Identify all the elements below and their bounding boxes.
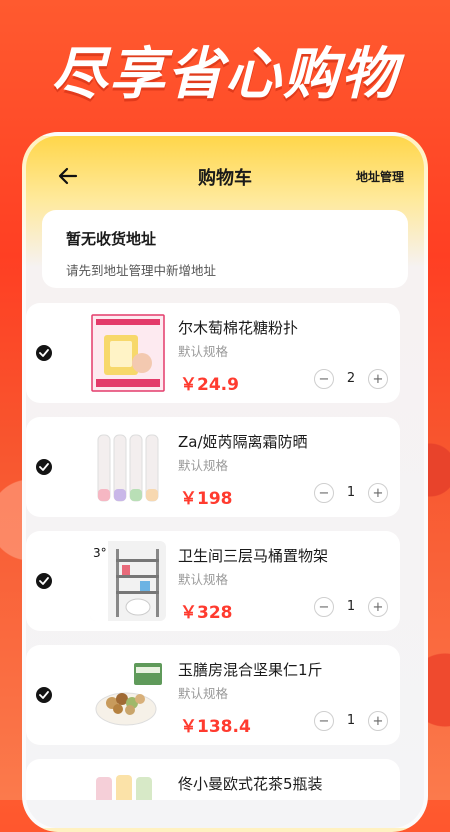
decrease-button[interactable]: − <box>314 369 334 389</box>
product-name[interactable]: 玉膳房混合坚果仁1斤 <box>178 659 323 680</box>
cart-item[interactable]: 佟小曼欧式花茶5瓶装 <box>26 759 400 800</box>
quantity-value: 1 <box>346 599 356 614</box>
product-spec: 默认规格 <box>178 458 229 473</box>
check-circle-icon[interactable] <box>36 345 52 361</box>
check-circle-icon[interactable] <box>36 573 52 589</box>
increase-button[interactable]: + <box>368 711 388 731</box>
product-image-shelf: 3° <box>90 541 166 621</box>
quantity-value: 1 <box>346 713 356 728</box>
quantity-stepper: − 2 + <box>314 369 394 393</box>
product-image-sunscreen <box>90 427 166 507</box>
cart-item[interactable]: 玉膳房混合坚果仁1斤 默认规格 ￥138.4 − 1 + <box>26 645 400 745</box>
quantity-stepper: − 1 + <box>314 597 394 621</box>
increase-button[interactable]: + <box>368 369 388 389</box>
decrease-button[interactable]: − <box>314 597 334 617</box>
quantity-stepper: − 1 + <box>314 483 394 507</box>
check-circle-icon[interactable] <box>36 459 52 475</box>
address-manage-link[interactable]: 地址管理 <box>356 168 404 185</box>
address-empty-title: 暂无收货地址 <box>66 230 157 248</box>
cart-item[interactable]: 尔木萄棉花糖粉扑 默认规格 ￥24.9 − 2 + <box>26 303 400 403</box>
check-circle-icon[interactable] <box>36 687 52 703</box>
product-price: ￥24.9 <box>180 375 239 395</box>
promo-banner-title: 尽享省心购物 <box>51 42 399 107</box>
product-spec: 默认规格 <box>178 572 229 587</box>
decrease-button[interactable]: − <box>314 483 334 503</box>
product-price: ￥198 <box>180 489 233 509</box>
increase-button[interactable]: + <box>368 483 388 503</box>
product-name[interactable]: 尔木萄棉花糖粉扑 <box>178 317 298 338</box>
address-card[interactable]: 暂无收货地址 请先到地址管理中新增地址 <box>42 210 408 288</box>
cart-item[interactable]: Za/姬芮隔离霜防晒 默认规格 ￥198 − 1 + <box>26 417 400 517</box>
quantity-stepper: − 1 + <box>314 711 394 735</box>
svg-text:3°: 3° <box>93 546 107 560</box>
product-name[interactable]: 卫生间三层马桶置物架 <box>178 545 328 566</box>
product-name[interactable]: Za/姬芮隔离霜防晒 <box>178 431 308 452</box>
cart-item[interactable]: 3° 卫生间三层马桶置物架 默认规格 ￥328 − 1 + <box>26 531 400 631</box>
product-price: ￥328 <box>180 603 233 623</box>
product-name[interactable]: 佟小曼欧式花茶5瓶装 <box>178 773 323 794</box>
product-image-tea <box>90 769 166 800</box>
address-hint: 请先到地址管理中新增地址 <box>66 263 217 278</box>
product-spec: 默认规格 <box>178 686 229 701</box>
decrease-button[interactable]: − <box>314 711 334 731</box>
increase-button[interactable]: + <box>368 597 388 617</box>
quantity-value: 2 <box>346 371 356 386</box>
product-image-puff <box>90 313 166 393</box>
product-spec: 默认规格 <box>178 344 229 359</box>
product-image-nuts <box>90 655 166 735</box>
product-price: ￥138.4 <box>180 717 251 737</box>
quantity-value: 1 <box>346 485 356 500</box>
